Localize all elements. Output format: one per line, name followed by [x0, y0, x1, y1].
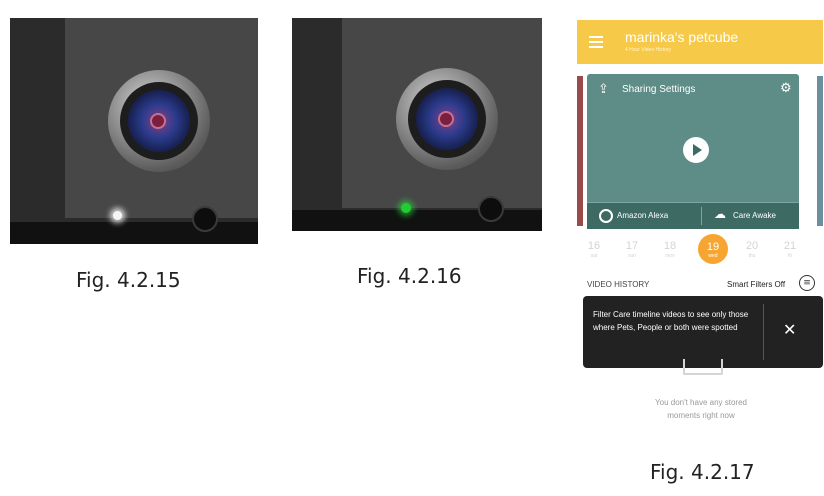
filter-tooltip: Filter Care timeline videos to see only …: [583, 296, 823, 368]
care-label[interactable]: Care Awake: [733, 211, 776, 220]
status-led: [401, 203, 411, 213]
light-sensor: [478, 196, 504, 222]
tooltip-divider: [763, 304, 764, 360]
app-screenshot: marinka's petcube 4 Hour Video History ⇪…: [577, 20, 823, 450]
date-item-selected[interactable]: 19 wed: [698, 234, 728, 264]
figure-caption: Fig. 4.2.15: [76, 268, 181, 292]
next-card-edge[interactable]: [817, 76, 823, 226]
video-placeholder-icon: [683, 359, 723, 375]
device-bottom-edge: [292, 210, 542, 231]
alexa-label[interactable]: Amazon Alexa: [617, 211, 668, 220]
date-item[interactable]: 21 fri: [779, 240, 801, 259]
app-title: marinka's petcube: [625, 29, 739, 45]
status-led: [113, 211, 122, 220]
empty-state-text: You don't have any stored moments right …: [655, 398, 747, 420]
smart-filters-toggle[interactable]: Smart Filters Off: [727, 280, 785, 289]
camera-photo-green-led: [292, 18, 542, 231]
video-history-heading: VIDEO HISTORY: [587, 280, 650, 289]
figure-caption: Fig. 4.2.16: [357, 264, 462, 288]
close-icon[interactable]: ✕: [783, 320, 796, 339]
device-bottom-edge: [10, 222, 258, 244]
figure-caption: Fig. 4.2.17: [650, 460, 755, 484]
footer-divider: [701, 207, 702, 225]
tooltip-text: Filter Care timeline videos to see only …: [593, 310, 749, 332]
share-icon[interactable]: ⇪: [598, 82, 609, 97]
app-subtitle: 4 Hour Video History: [625, 47, 672, 53]
lens-pupil: [150, 113, 166, 129]
date-item[interactable]: 20 thu: [741, 240, 763, 259]
previous-card-edge[interactable]: [577, 76, 583, 226]
date-item[interactable]: 17 sun: [621, 240, 643, 259]
cloud-icon: ☁: [714, 207, 726, 221]
filter-icon[interactable]: ≡: [799, 275, 815, 291]
sharing-settings-label[interactable]: Sharing Settings: [622, 84, 695, 95]
menu-icon[interactable]: [589, 33, 603, 51]
card-footer: Amazon Alexa ☁ Care Awake: [587, 202, 799, 229]
light-sensor: [192, 206, 218, 232]
date-item[interactable]: 16 sat: [583, 240, 605, 259]
alexa-icon: [599, 209, 613, 223]
lens-pupil: [438, 111, 454, 127]
camera-card[interactable]: ⇪ Sharing Settings ⚙ Amazon Alexa ☁ Care…: [587, 74, 799, 229]
gear-icon[interactable]: ⚙: [780, 81, 792, 96]
camera-photo-white-led: [10, 18, 258, 244]
play-button[interactable]: [683, 137, 709, 163]
app-header: marinka's petcube 4 Hour Video History: [577, 20, 823, 64]
date-item[interactable]: 18 mon: [659, 240, 681, 259]
